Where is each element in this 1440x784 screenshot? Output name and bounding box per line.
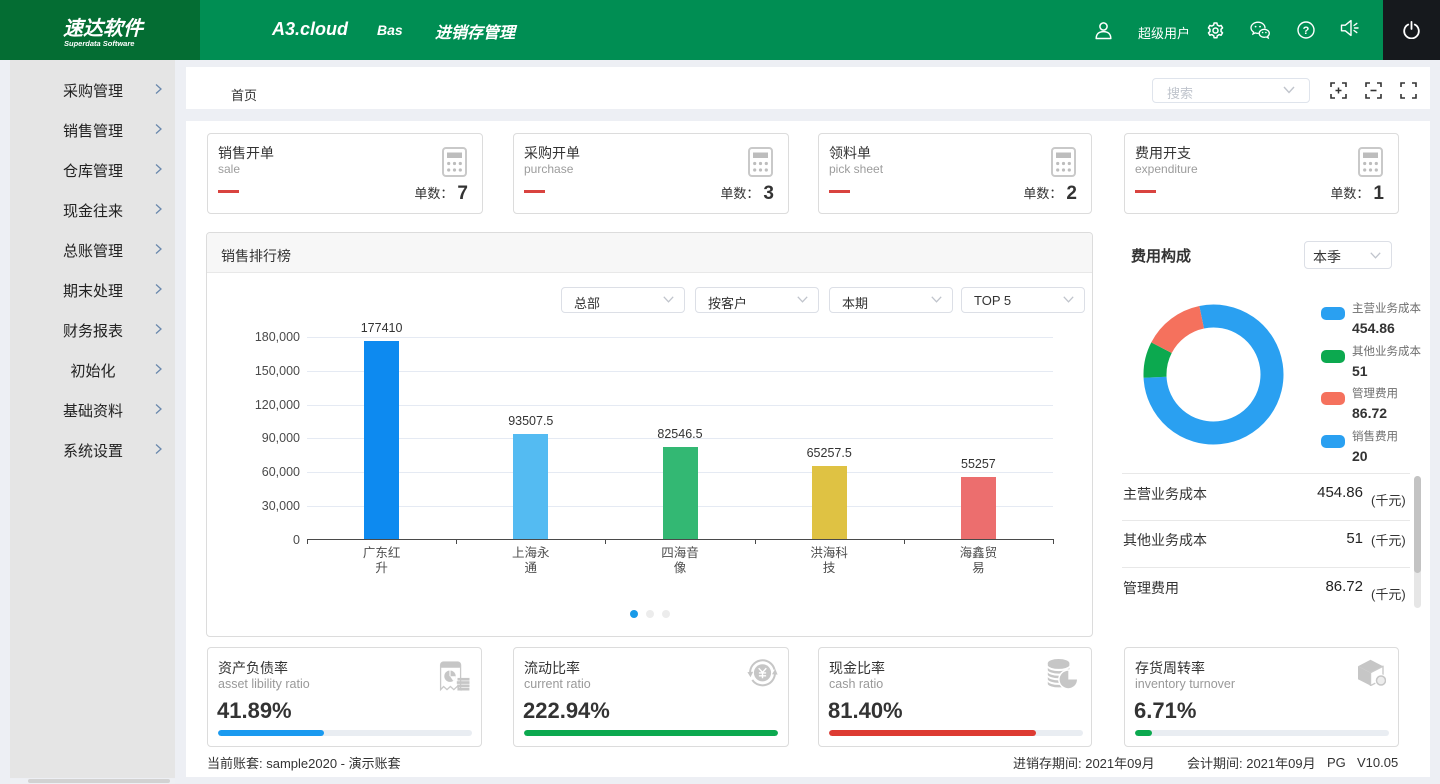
svg-text:?: ? bbox=[1303, 25, 1310, 37]
